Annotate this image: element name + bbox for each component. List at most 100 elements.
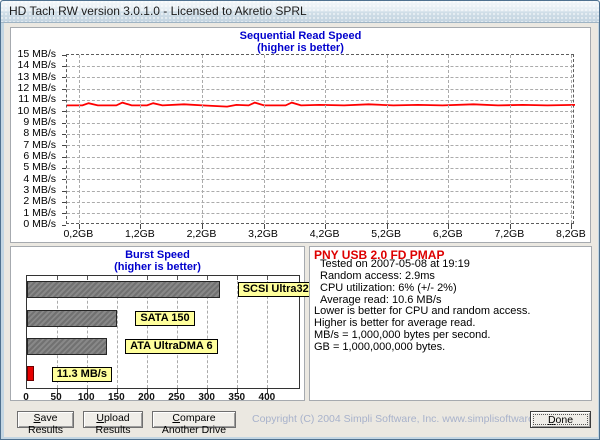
seq-v-gridline: [140, 55, 142, 223]
seq-x-tick-label: 4,2GB: [309, 228, 340, 240]
seq-y-tickmark: [62, 156, 66, 158]
seq-y-axis-labels: 0 MB/s 1 MB/s 2 MB/s 3 MB/s 4 MB/s 5 MB/s 6 MB…: [11, 48, 61, 230]
seq-v-gridline: [263, 55, 265, 223]
done-button[interactable]: Done: [530, 411, 591, 428]
seq-x-tick-label: 1,2GB: [125, 228, 155, 240]
seq-h-gridline: [67, 111, 573, 113]
seq-y-tick-label: 5 MB/s: [23, 161, 56, 174]
burst-bar-label: ATA UltraDMA 6: [125, 338, 218, 354]
seq-h-gridline: [67, 65, 573, 67]
note-lower-better: Lower is better for CPU and random acces…: [314, 305, 531, 317]
seq-y-tick-label: 10 MB/s: [17, 104, 56, 117]
burst-chart-title: Burst Speed: [125, 249, 190, 261]
burst-bar: [27, 309, 118, 327]
seq-y-tick-label: 2 MB/s: [23, 195, 56, 208]
seq-h-gridline: [67, 99, 573, 101]
seq-h-gridline: [67, 156, 573, 158]
burst-plot-area: SCSI Ultra320 SATA 150 ATA UltraDMA 6 11.3 …: [26, 275, 320, 394]
seq-h-gridline: [67, 213, 573, 215]
upload-results-button[interactable]: Upload Results: [83, 411, 143, 436]
stat-tested-on: Tested on 2007-05-08 at 19:19: [320, 258, 470, 270]
seq-h-gridline: [67, 145, 573, 147]
seq-read-line-chart: [67, 101, 576, 108]
seq-y-tickmark: [62, 54, 66, 56]
seq-h-gridline: [67, 179, 573, 181]
seq-x-tick-label: 5,2GB: [371, 228, 402, 240]
burst-bar-label: 11.3 MB/s: [51, 366, 112, 382]
seq-chart-subtitle: (higher is better): [257, 42, 344, 54]
seq-y-tick-label: 9 MB/s: [23, 116, 56, 128]
seq-y-tickmark: [62, 133, 66, 135]
seq-y-tick-label: 12 MB/s: [17, 82, 56, 94]
seq-x-tick-label: 2,2GB: [186, 228, 217, 240]
seq-v-gridline: [448, 55, 450, 223]
drive-info-panel: PNY USB 2.0 FD PMAP Tested on 2007-05-08…: [309, 246, 592, 401]
seq-v-gridline: [201, 55, 203, 223]
seq-v-gridline: [325, 55, 327, 223]
note-mbs-definition: MB/s = 1,000,000 bytes per second.: [314, 329, 491, 341]
seq-y-tick-label: 1 MB/s: [23, 206, 56, 219]
seq-y-tick-label: 14 MB/s: [17, 59, 56, 72]
seq-x-tick-label: 7,2GB: [494, 228, 525, 240]
seq-y-tickmark: [62, 179, 66, 181]
seq-y-tick-label: 7 MB/s: [23, 138, 56, 151]
seq-h-gridline: [67, 122, 573, 124]
burst-bar: [27, 281, 220, 298]
seq-y-tick-label: 3 MB/s: [23, 184, 56, 196]
burst-top-tickmark: [267, 276, 269, 280]
note-gb-definition: GB = 1,000,000,000 bytes.: [314, 341, 446, 353]
stat-cpu-utilization: CPU utilization: 6% (+/- 2%): [320, 282, 457, 294]
seq-plot-area: [62, 54, 576, 229]
seq-y-tickmark: [62, 224, 66, 226]
seq-y-tick-label: 4 MB/s: [23, 172, 56, 185]
seq-x-tick-label: 8,2GB: [556, 228, 586, 240]
burst-bar-label: SCSI Ultra320: [237, 282, 320, 297]
seq-v-gridline: [386, 55, 388, 223]
burst-top-tickmark: [237, 276, 239, 280]
burst-top-tickmark: [177, 276, 179, 280]
seq-y-tick-label: 0 MB/s: [23, 218, 56, 230]
sequential-read-panel: Sequential Read Speed (higher is better)…: [10, 27, 591, 243]
burst-bar: [27, 365, 34, 381]
burst-top-tickmark: [116, 276, 118, 280]
seq-h-gridline: [67, 88, 573, 90]
seq-y-tick-label: 6 MB/s: [23, 150, 56, 162]
seq-h-gridline: [67, 133, 573, 135]
seq-y-tick-label: 8 MB/s: [23, 127, 56, 140]
seq-y-tickmark: [62, 65, 66, 67]
compare-another-drive-button[interactable]: Compare Another Drive: [152, 411, 236, 436]
note-higher-better: Higher is better for average read.: [314, 317, 476, 329]
button-row: Save Results Upload Results Compare Anot…: [4, 409, 598, 436]
seq-v-gridline: [78, 55, 80, 223]
seq-v-gridline: [509, 55, 511, 223]
seq-y-tick-label: 15 MB/s: [17, 48, 56, 60]
client-area: Sequential Read Speed (higher is better)…: [4, 23, 598, 437]
seq-y-tickmark: [62, 201, 66, 203]
seq-h-gridline: [67, 77, 573, 79]
seq-y-tickmark: [62, 99, 66, 101]
burst-top-tickmark: [207, 276, 209, 280]
stat-random-access: Random access: 2.9ms: [320, 270, 435, 282]
seq-y-tick-label: 11 MB/s: [18, 93, 56, 106]
seq-x-tick-label: 0,2GB: [63, 228, 94, 240]
seq-y-tickmark: [62, 122, 66, 124]
burst-bar: [27, 337, 108, 355]
seq-y-tickmark: [62, 77, 66, 79]
seq-y-tickmark: [62, 111, 66, 113]
seq-chart-title: Sequential Read Speed: [239, 30, 362, 42]
seq-y-tick-label: 13 MB/s: [17, 70, 56, 83]
seq-y-tickmark: [62, 190, 66, 192]
seq-y-tickmark: [62, 167, 66, 169]
burst-top-tickmark: [86, 276, 88, 280]
window-title: HD Tach RW version 3.0.1.0 - Licensed to…: [9, 4, 307, 18]
window-titlebar[interactable]: HD Tach RW version 3.0.1.0 - Licensed to…: [1, 1, 599, 23]
hdtach-window: HD Tach RW version 3.0.1.0 - Licensed to…: [0, 0, 600, 440]
seq-x-tick-label: 6,2GB: [432, 228, 463, 240]
copyright-text: Copyright (C) 2004 Simpli Software, Inc.…: [252, 413, 557, 425]
burst-x-tick-label: 400: [258, 392, 276, 403]
seq-h-gridline: [67, 201, 573, 203]
burst-top-tickmark: [56, 276, 58, 280]
burst-top-tickmark: [146, 276, 148, 280]
seq-h-gridline: [67, 190, 573, 192]
save-results-button[interactable]: Save Results: [17, 411, 74, 436]
